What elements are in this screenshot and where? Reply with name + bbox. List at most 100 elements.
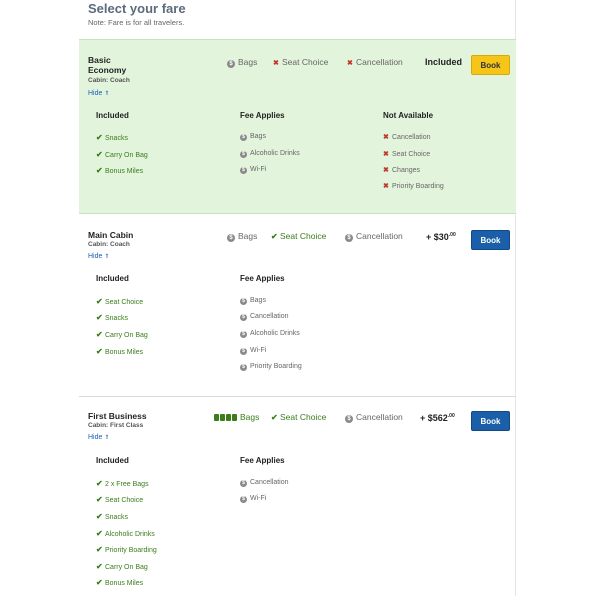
hide-details-link[interactable]: Hide ⇑ (88, 434, 109, 441)
list-item: ✔ Bonus Miles (96, 166, 144, 175)
list-item: $ Bags (240, 297, 266, 305)
hide-details-link[interactable]: Hide ⇑ (88, 90, 109, 97)
list-item: $ Wi-Fi (240, 166, 266, 174)
list-item: $ Wi-Fi (240, 495, 266, 503)
fare-price: Included (425, 57, 463, 67)
dollar-circle-icon: $ (227, 234, 235, 242)
column-heading-included: Included (96, 456, 129, 465)
column-heading-fee-applies: Fee Applies (240, 274, 285, 283)
x-icon: ✖ (273, 60, 279, 67)
cabin-label: Cabin: First Class (88, 422, 144, 429)
list-item: $ Cancellation (240, 313, 289, 321)
list-item: ✔ Snacks (96, 512, 128, 521)
dollar-circle-icon: $ (240, 496, 247, 503)
checkmark-icon: ✔ (96, 495, 103, 504)
feature-cancellation: ✖ Cancellation (347, 57, 403, 67)
list-item: $ Bags (240, 133, 266, 141)
book-button[interactable]: Book (471, 55, 510, 75)
dollar-circle-icon: $ (240, 134, 247, 141)
chevron-up-icon: ⇑ (104, 91, 110, 97)
checkmark-icon: ✔ (96, 479, 103, 488)
fare-price: + $562.00 (420, 413, 455, 423)
bag-icon (226, 414, 231, 421)
fare-note: Note: Fare is for all travelers. (88, 18, 185, 27)
column-heading-fee-applies: Fee Applies (240, 111, 285, 120)
list-item: ✖ Changes (383, 167, 421, 174)
page-title: Select your fare (88, 1, 186, 16)
list-item: ✖ Priority Boarding (383, 183, 444, 190)
fare-main-cabin: Main Cabin Cabin: Coach Hide ⇑ $ Bags ✔ Se… (79, 215, 516, 395)
list-item: $ Cancellation (240, 479, 289, 487)
x-icon: ✖ (383, 183, 389, 190)
x-icon: ✖ (383, 151, 389, 158)
list-item: ✔ 2 x Free Bags (96, 479, 149, 488)
feature-bags: $ Bags (227, 231, 257, 242)
dollar-circle-icon: $ (240, 167, 247, 174)
cabin-label: Cabin: Coach (88, 77, 130, 84)
fare-name: Main Cabin (88, 230, 134, 240)
book-button[interactable]: Book (471, 230, 510, 250)
checkmark-icon: ✔ (96, 166, 103, 175)
feature-cancellation: $ Cancellation (345, 412, 403, 423)
dollar-circle-icon: $ (240, 298, 247, 305)
checkmark-icon: ✔ (96, 297, 103, 306)
dollar-circle-icon: $ (345, 415, 353, 423)
dollar-circle-icon: $ (240, 480, 247, 487)
fare-name: First Business (88, 411, 147, 421)
column-heading-not-available: Not Available (383, 111, 434, 120)
list-item: $ Alcoholic Drinks (240, 150, 300, 158)
column-heading-included: Included (96, 274, 129, 283)
list-item: ✖ Cancellation (383, 134, 431, 141)
fare-basic-economy: Basic Economy Cabin: Coach Hide ⇑ $ Bags … (79, 39, 516, 214)
dollar-circle-icon: $ (227, 60, 235, 68)
x-icon: ✖ (347, 60, 353, 67)
x-icon: ✖ (383, 167, 389, 174)
feature-seat-choice: ✔ Seat Choice (271, 231, 327, 241)
fare-first-business: First Business Cabin: First Class Hide ⇑… (79, 396, 516, 596)
feature-bags: $ Bags (227, 57, 257, 68)
feature-cancellation: $ Cancellation (345, 231, 403, 242)
dollar-circle-icon: $ (240, 151, 247, 158)
checkmark-icon: ✔ (271, 413, 278, 422)
list-item: ✔ Snacks (96, 133, 128, 142)
checkmark-icon: ✔ (96, 512, 103, 521)
dollar-circle-icon: $ (240, 314, 247, 321)
chevron-up-icon: ⇑ (104, 435, 110, 441)
list-item: ✔ Carry On Bag (96, 150, 148, 159)
feature-seat-choice: ✔ Seat Choice (271, 412, 327, 422)
list-item: ✔ Alcoholic Drinks (96, 529, 155, 538)
list-item: ✔ Priority Boarding (96, 545, 157, 554)
bag-icon (220, 414, 225, 421)
list-item: ✔ Seat Choice (96, 297, 144, 306)
list-item: $ Wi-Fi (240, 347, 266, 355)
feature-seat-choice: ✖ Seat Choice (273, 57, 329, 67)
list-item: $ Priority Boarding (240, 363, 302, 371)
checkmark-icon: ✔ (96, 578, 103, 587)
column-heading-included: Included (96, 111, 129, 120)
bag-icon (232, 414, 237, 421)
list-item: ✔ Seat Choice (96, 495, 144, 504)
checkmark-icon: ✔ (96, 347, 103, 356)
book-button[interactable]: Book (471, 411, 510, 431)
checkmark-icon: ✔ (96, 133, 103, 142)
dollar-circle-icon: $ (240, 364, 247, 371)
checkmark-icon: ✔ (96, 313, 103, 322)
fare-name: Basic Economy (88, 55, 127, 75)
dollar-circle-icon: $ (240, 331, 247, 338)
checkmark-icon: ✔ (271, 232, 278, 241)
dollar-circle-icon: $ (240, 348, 247, 355)
fare-price: + $30.00 (426, 232, 456, 242)
column-heading-fee-applies: Fee Applies (240, 456, 285, 465)
hide-details-link[interactable]: Hide ⇑ (88, 253, 109, 260)
chevron-up-icon: ⇑ (104, 254, 110, 260)
list-item: $ Alcoholic Drinks (240, 330, 300, 338)
cabin-label: Cabin: Coach (88, 241, 130, 248)
checkmark-icon: ✔ (96, 529, 103, 538)
list-item: ✔ Bonus Miles (96, 578, 144, 587)
list-item: ✖ Seat Choice (383, 151, 431, 158)
checkmark-icon: ✔ (96, 545, 103, 554)
checkmark-icon: ✔ (96, 562, 103, 571)
dollar-circle-icon: $ (345, 234, 353, 242)
checkmark-icon: ✔ (96, 330, 103, 339)
list-item: ✔ Carry On Bag (96, 562, 148, 571)
